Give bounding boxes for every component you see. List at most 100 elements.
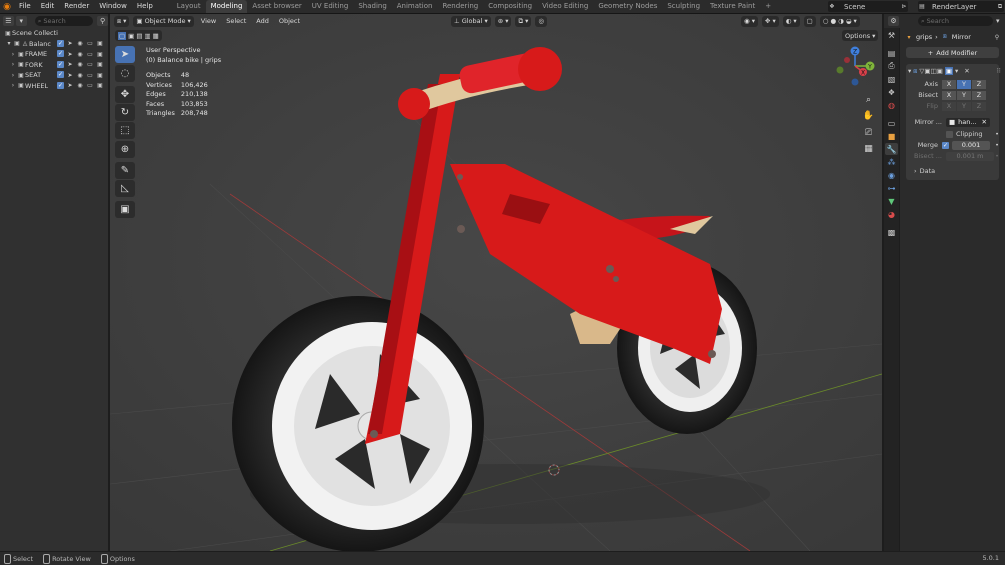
- add-workspace-button[interactable]: +: [760, 0, 776, 13]
- snap-button[interactable]: ⧉ ▾: [515, 15, 532, 27]
- workspace-tab-asset-browser[interactable]: Asset browser: [247, 0, 306, 13]
- mirror-object-field[interactable]: ■ han... ✕: [946, 117, 990, 127]
- object-tab-icon[interactable]: ■: [885, 130, 898, 142]
- monitor-icon[interactable]: ▭: [86, 71, 94, 79]
- options-dropdown[interactable]: Options ▾: [842, 30, 879, 41]
- eye-icon[interactable]: ◉: [76, 40, 84, 48]
- workspace-tab-layout[interactable]: Layout: [172, 0, 206, 13]
- dropdown-icon[interactable]: ▾: [955, 67, 958, 75]
- eye-icon[interactable]: ◉: [76, 61, 84, 69]
- add-modifier-button[interactable]: + Add Modifier: [906, 47, 999, 58]
- camera-icon[interactable]: ▣: [96, 82, 104, 90]
- outliner-search-input[interactable]: ⌕ Search: [34, 16, 94, 26]
- world-tab-icon[interactable]: ◍: [885, 99, 898, 111]
- outliner-item-row[interactable]: ▾ ▣ ◬ Balanc ✓ ➤ ◉ ▭ ▣: [0, 39, 108, 50]
- navigation-gizmo[interactable]: Z Y X: [833, 44, 879, 90]
- wireframe-shading-icon[interactable]: ○: [823, 17, 829, 25]
- overlay-toggle-button[interactable]: ◐ ▾: [782, 15, 800, 27]
- chevron-down-icon[interactable]: ▾: [996, 17, 1000, 25]
- monitor-icon[interactable]: ▭: [86, 50, 94, 58]
- tool-tab-icon[interactable]: ⚒: [885, 29, 898, 41]
- edit-mode-toggle-icon[interactable]: ▣: [944, 67, 953, 75]
- menu-view[interactable]: View: [198, 17, 219, 25]
- visibility-button[interactable]: ◉ ▾: [741, 15, 758, 27]
- menu-object[interactable]: Object: [276, 17, 303, 25]
- eye-icon[interactable]: ◉: [76, 71, 84, 79]
- workspace-tab-modeling[interactable]: Modeling: [205, 0, 248, 13]
- menu-select[interactable]: Select: [223, 17, 249, 25]
- keyframe-dot-icon[interactable]: •: [995, 141, 999, 149]
- pin-icon[interactable]: ⚲: [993, 33, 1001, 41]
- menu-help[interactable]: Help: [132, 0, 158, 13]
- workspace-tab-rendering[interactable]: Rendering: [437, 0, 483, 13]
- workspace-tab-animation[interactable]: Animation: [392, 0, 438, 13]
- checkbox-icon[interactable]: ✓: [57, 50, 64, 58]
- checkbox-icon[interactable]: ✓: [57, 71, 64, 79]
- eye-icon[interactable]: ◉: [76, 50, 84, 58]
- eye-icon[interactable]: ◉: [76, 82, 84, 90]
- workspace-tab-shading[interactable]: Shading: [353, 0, 391, 13]
- pin-icon[interactable]: ⊳: [900, 3, 908, 11]
- bisect-z-toggle[interactable]: Z: [972, 90, 986, 100]
- merge-checkbox[interactable]: ✓: [942, 141, 949, 149]
- editor-type-icon[interactable]: ☰: [3, 16, 14, 26]
- bisect-y-toggle[interactable]: Y: [957, 90, 971, 100]
- select-extend-icon[interactable]: ▣: [128, 32, 134, 40]
- pivot-point-button[interactable]: ⊛ ▾: [494, 15, 512, 27]
- filter-icon[interactable]: ⚲: [97, 16, 108, 26]
- camera-view-icon[interactable]: ⎚: [861, 125, 876, 140]
- render-tab-icon[interactable]: ▤: [885, 47, 898, 59]
- outliner-root-row[interactable]: ▣ Scene Collecti: [0, 28, 108, 39]
- constraints-tab-icon[interactable]: ⊶: [885, 182, 898, 194]
- clear-icon[interactable]: ✕: [982, 118, 987, 126]
- workspace-tab-texture-paint[interactable]: Texture Paint: [705, 0, 760, 13]
- menu-add[interactable]: Add: [253, 17, 272, 25]
- select-box-tool[interactable]: ➤: [115, 46, 135, 63]
- modifier-type-icons[interactable]: ▽▣◫▣: [919, 67, 942, 75]
- cursor-tool[interactable]: ◌: [115, 65, 135, 82]
- outliner-item-row[interactable]: › ▣ FRAME ✓ ➤ ◉ ▭ ▣: [0, 49, 108, 60]
- material-tab-icon[interactable]: ◕: [885, 208, 898, 220]
- workspace-tab-geometry-nodes[interactable]: Geometry Nodes: [593, 0, 662, 13]
- flip-x-toggle[interactable]: X: [942, 101, 956, 111]
- checkbox-icon[interactable]: ✓: [57, 81, 64, 89]
- camera-icon[interactable]: ▣: [96, 40, 104, 48]
- camera-icon[interactable]: ▣: [96, 61, 104, 69]
- chevron-down-icon[interactable]: ▾: [908, 67, 911, 75]
- measure-tool[interactable]: ◺: [115, 180, 135, 197]
- select-arrow-icon[interactable]: ➤: [66, 71, 74, 79]
- rendered-shading-icon[interactable]: ◒: [846, 17, 852, 25]
- outliner-item-row[interactable]: › ▣ FORK ✓ ➤ ◉ ▭ ▣: [0, 60, 108, 71]
- menu-window[interactable]: Window: [94, 0, 132, 13]
- workspace-tab-compositing[interactable]: Compositing: [483, 0, 537, 13]
- transform-orientation-select[interactable]: ⊥ Global ▾: [451, 15, 491, 27]
- camera-icon[interactable]: ▣: [96, 71, 104, 79]
- merge-distance-field[interactable]: 0.001: [952, 140, 990, 150]
- menu-edit[interactable]: Edit: [36, 0, 60, 13]
- gizmo-neg-z-axis[interactable]: [851, 78, 859, 86]
- select-invert-icon[interactable]: ▥: [144, 32, 150, 40]
- bisect-x-toggle[interactable]: X: [942, 90, 956, 100]
- gizmo-neg-y-axis[interactable]: [836, 66, 844, 74]
- chevron-right-icon[interactable]: ›: [9, 50, 17, 58]
- select-arrow-icon[interactable]: ➤: [66, 82, 74, 90]
- flip-z-toggle[interactable]: Z: [972, 101, 986, 111]
- add-cube-tool[interactable]: ▣: [115, 201, 135, 218]
- monitor-icon[interactable]: ▭: [86, 82, 94, 90]
- output-tab-icon[interactable]: ⎙: [885, 60, 898, 72]
- select-arrow-icon[interactable]: ➤: [66, 50, 74, 58]
- physics-tab-icon[interactable]: ◉: [885, 169, 898, 181]
- chevron-down-icon[interactable]: ▾: [5, 40, 13, 48]
- solid-shading-icon[interactable]: ●: [830, 17, 836, 25]
- menu-file[interactable]: File: [14, 0, 36, 13]
- view-layer-tab-icon[interactable]: ▧: [885, 73, 898, 85]
- select-arrow-icon[interactable]: ➤: [66, 40, 74, 48]
- select-subtract-icon[interactable]: ▤: [136, 32, 142, 40]
- proportional-edit-button[interactable]: ◎: [535, 15, 548, 27]
- axis-z-toggle[interactable]: Z: [972, 79, 986, 89]
- select-new-icon[interactable]: ▢: [118, 31, 127, 40]
- clipping-checkbox[interactable]: [946, 130, 953, 138]
- collection-tab-icon[interactable]: ▭: [885, 117, 898, 129]
- menu-render[interactable]: Render: [59, 0, 94, 13]
- data-tab-icon[interactable]: ▼: [885, 195, 898, 207]
